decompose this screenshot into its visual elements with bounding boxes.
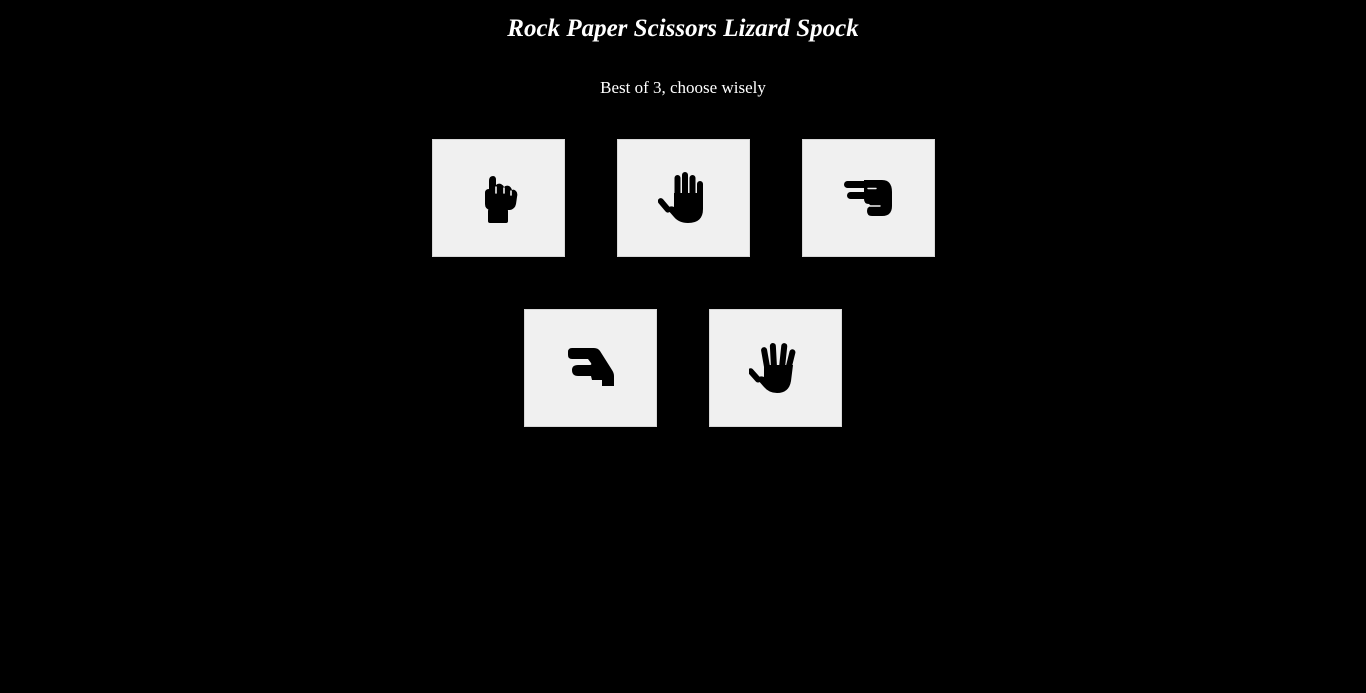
hand-rock-icon (484, 176, 517, 223)
page-title: Rock Paper Scissors Lizard Spock (507, 15, 859, 42)
scissors-button[interactable] (802, 139, 935, 257)
hand-lizard-icon (567, 348, 614, 386)
paper-button[interactable] (617, 139, 750, 257)
spock-button[interactable] (709, 309, 842, 427)
hand-spock-icon (748, 343, 795, 393)
hand-paper-icon (657, 172, 703, 223)
game-page: Rock Paper Scissors Lizard Spock Best of… (0, 0, 1366, 693)
rock-button[interactable] (432, 139, 565, 257)
lizard-button[interactable] (524, 309, 657, 427)
page-subtitle: Best of 3, choose wisely (600, 78, 766, 97)
hand-scissors-icon (843, 180, 892, 216)
